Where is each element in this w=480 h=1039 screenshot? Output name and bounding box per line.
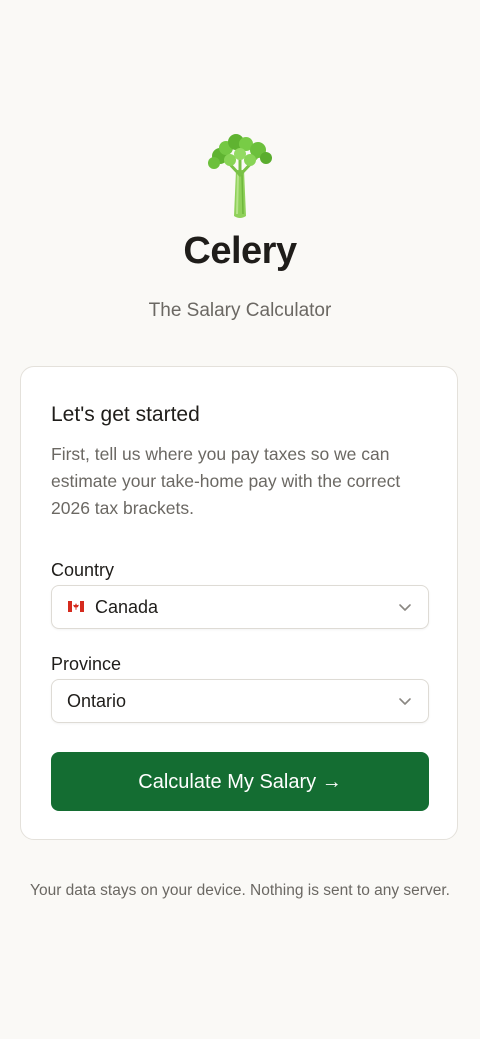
- province-label: Province: [51, 654, 122, 674]
- card-description: First, tell us where you pay taxes so we…: [51, 444, 401, 518]
- country-select[interactable]: Canada: [51, 585, 429, 629]
- canada-flag-icon: [68, 601, 84, 612]
- celery-icon: [208, 134, 272, 218]
- card-title: Let's get started: [51, 403, 200, 426]
- chevron-down-icon: [399, 698, 411, 705]
- location-card: Let's get started First, tell us where y…: [20, 366, 458, 840]
- privacy-note: Your data stays on your device. Nothing …: [30, 882, 450, 899]
- country-label: Country: [51, 560, 115, 580]
- calculate-salary-button[interactable]: Calculate My Salary →: [51, 752, 429, 811]
- country-select-value: Canada: [95, 597, 159, 617]
- province-select[interactable]: Ontario: [51, 679, 429, 723]
- app-tagline: The Salary Calculator: [148, 300, 332, 321]
- province-select-value: Ontario: [67, 691, 127, 711]
- app-title: Celery: [183, 230, 297, 272]
- chevron-down-icon: [399, 604, 411, 611]
- page: Celery The Salary Calculator Let's get s…: [0, 0, 480, 1039]
